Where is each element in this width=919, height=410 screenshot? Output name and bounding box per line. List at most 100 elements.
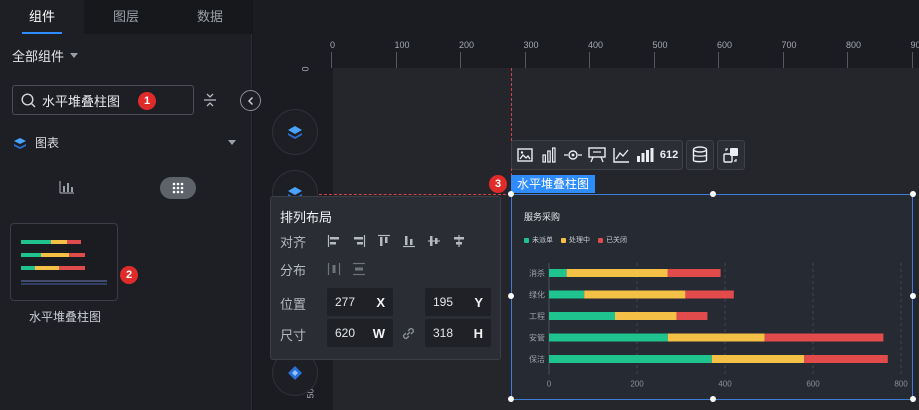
size-width-value: 620 (335, 326, 356, 340)
selected-widget-tag[interactable]: 水平堆叠柱图 (511, 175, 596, 193)
bar-segment (549, 312, 615, 320)
resize-handle[interactable] (910, 293, 916, 299)
resize-handle[interactable] (710, 191, 716, 197)
align-right-icon[interactable] (352, 234, 366, 248)
ruler-tick (524, 52, 526, 68)
ruler-tick-label: 100 (394, 40, 410, 50)
app-root: 组件 图层 数据 全部组件 1 图表 (0, 0, 919, 410)
category-label: 图表 (35, 136, 60, 150)
size-height-field[interactable]: 318 H (425, 319, 491, 347)
grid-view-toggle[interactable] (160, 177, 196, 199)
horizontal-stacked-bar-widget[interactable]: 服务采购 未派单 处理中 已关闭 0 200 400 600 800 消杀 绿化 工程 安管 保洁 (508, 191, 916, 402)
align-label: 对齐 (280, 235, 307, 250)
chart-type-group: 612 (511, 140, 683, 170)
resize-handle[interactable] (710, 396, 716, 402)
distribute-vertical-icon[interactable] (352, 262, 366, 276)
component-panel: 组件 图层 数据 全部组件 1 图表 (0, 0, 252, 410)
all-components-label: 全部组件 (12, 49, 65, 64)
distribute-horizontal-icon[interactable] (327, 262, 341, 276)
resize-handle[interactable] (508, 396, 514, 402)
bar-segment (667, 269, 721, 277)
position-label: 位置 (280, 297, 307, 312)
resize-handle[interactable] (508, 293, 514, 299)
align-icons (327, 234, 466, 248)
search-box[interactable] (12, 85, 194, 115)
category-chart[interactable]: 图表 (12, 134, 236, 151)
all-components-dropdown[interactable]: 全部组件 (12, 46, 79, 65)
collapse-panel-button[interactable] (240, 90, 261, 111)
widget-toolbar: 612 (511, 140, 745, 170)
bar-segment (549, 269, 567, 277)
align-left-icon[interactable] (327, 234, 341, 248)
widget-icon (288, 366, 302, 380)
position-y-value: 195 (433, 295, 454, 309)
ruler-tick-label: 0 (300, 66, 311, 72)
bar-segment (676, 312, 708, 320)
align-center-vertical-icon[interactable] (427, 234, 441, 248)
ruler-tick-label: 700 (781, 40, 797, 50)
y-tick-label: 安管 (529, 333, 545, 343)
ruler-tick (331, 52, 332, 68)
step-badge: 2 (120, 266, 138, 284)
x-tick-label: 400 (718, 380, 732, 389)
side-widget-button[interactable] (272, 109, 318, 155)
align-top-icon[interactable] (377, 234, 391, 248)
x-tick-label: 800 (894, 380, 908, 389)
x-unit-label: X (376, 294, 385, 310)
ruler-tick-label: 400 (588, 40, 604, 50)
tab-data[interactable]: 数据 (168, 0, 252, 34)
step-badge: 1 (138, 92, 156, 110)
bar-segment (549, 355, 712, 363)
collapse-all-icon[interactable] (201, 91, 219, 109)
bar-segment (804, 355, 888, 363)
position-x-field[interactable]: 277 X (327, 288, 393, 316)
interaction-icon[interactable] (722, 146, 740, 164)
bar-segment (549, 290, 585, 299)
bar-view-icon[interactable] (58, 180, 76, 194)
align-bottom-icon[interactable] (402, 234, 416, 248)
y-tick-label: 绿化 (529, 290, 545, 300)
ruler-tick-label: 800 (846, 40, 862, 50)
panel-tabs: 组件 图层 数据 (0, 0, 252, 34)
number-flip-icon[interactable]: 612 (660, 146, 678, 164)
x-tick-label: 0 (547, 380, 552, 389)
chevron-left-icon (247, 96, 253, 105)
bar-segment (711, 355, 805, 363)
ranking-bar-icon[interactable] (636, 146, 654, 164)
ruler-tick (911, 52, 913, 68)
y-unit-label: Y (474, 294, 483, 310)
component-card-horizontal-stacked-bar[interactable] (10, 223, 118, 301)
ruler-tick (782, 52, 784, 68)
data-source-group (686, 140, 714, 170)
search-input[interactable] (42, 92, 142, 108)
guide-line-horizontal (319, 194, 511, 195)
ruler-tick-label: 200 (459, 40, 475, 50)
ruler-tick (718, 52, 719, 68)
tab-components[interactable]: 组件 (0, 0, 84, 34)
resize-handle[interactable] (508, 191, 514, 197)
axis-line-icon[interactable] (612, 146, 630, 164)
ruler-top: 0 100 200 300 400 500 600 700 800 900 (330, 40, 919, 68)
tab-layers[interactable]: 图层 (84, 0, 168, 34)
bar-chart-icon[interactable] (540, 146, 558, 164)
interaction-group (717, 140, 745, 170)
signboard-icon[interactable] (588, 146, 606, 164)
bar-segment (549, 333, 668, 342)
bar-segment (566, 269, 668, 277)
h-unit-label: H (473, 325, 483, 341)
x-tick-label: 200 (630, 380, 644, 389)
position-y-field[interactable]: 195 Y (425, 288, 491, 316)
resize-handle[interactable] (910, 191, 916, 197)
ruler-tick-label: 500 (652, 40, 668, 50)
ruler-tick (395, 52, 397, 68)
size-width-field[interactable]: 620 W (327, 319, 393, 347)
database-icon[interactable] (691, 146, 709, 164)
y-tick-label: 保洁 (529, 354, 545, 364)
component-card-label: 水平堆叠柱图 (28, 310, 101, 324)
eye-target-icon[interactable] (564, 146, 582, 164)
resize-handle[interactable] (910, 396, 916, 402)
y-tick-label: 消杀 (529, 268, 545, 278)
align-center-horizontal-icon[interactable] (452, 234, 466, 248)
link-icon[interactable] (401, 326, 416, 341)
image-icon[interactable] (516, 146, 534, 164)
